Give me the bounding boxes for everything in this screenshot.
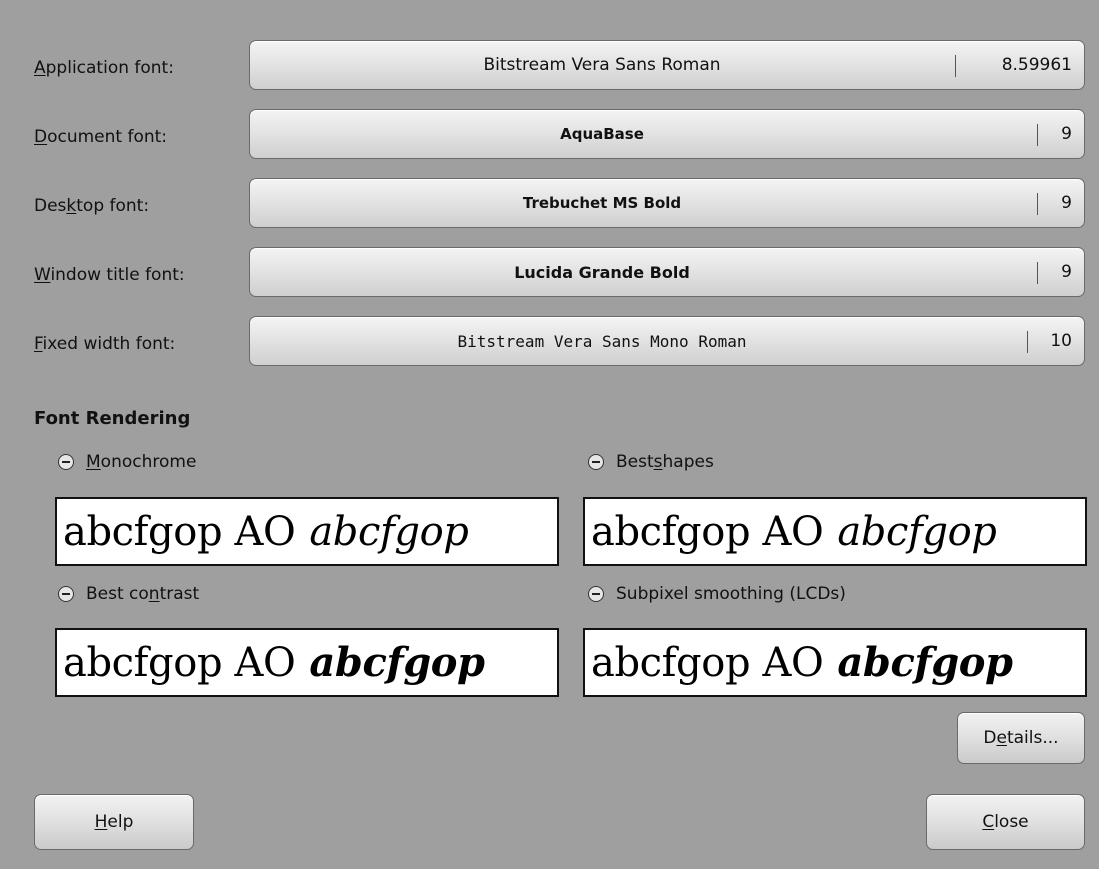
- desktop-font-label: Desktop font:: [34, 196, 150, 216]
- font-rendering-heading: Font Rendering: [34, 408, 191, 429]
- best-contrast-radio[interactable]: Best co n trast: [58, 584, 199, 604]
- size-separator: [955, 55, 956, 77]
- application-font-label: Application font:: [34, 58, 174, 78]
- fixed-width-font-label: Fixed width font:: [34, 334, 176, 354]
- window-title-font-label: Window title font:: [34, 265, 185, 285]
- close-button[interactable]: Close: [926, 794, 1085, 850]
- fixed-width-font-name: Bitstream Vera Sans Mono Roman: [457, 331, 747, 351]
- fixed-width-font-button[interactable]: Bitstream Vera Sans Mono Roman 10: [249, 316, 1085, 366]
- window-title-font-name: Lucida Grande Bold: [514, 262, 690, 282]
- fixed-width-font-size: 10: [1050, 331, 1072, 351]
- size-separator: [1027, 331, 1028, 353]
- document-font-label: Document font:: [34, 127, 168, 147]
- document-font-button[interactable]: AquaBase 9: [249, 109, 1085, 159]
- desktop-font-size: 9: [1061, 193, 1072, 213]
- document-font-name: AquaBase: [560, 125, 644, 143]
- application-font-size: 8.59961: [1001, 55, 1072, 75]
- best-shapes-radio[interactable]: Best s hapes: [588, 452, 714, 472]
- subpixel-smoothing-sample[interactable]: abcfgop AO abcfgop: [583, 628, 1087, 697]
- desktop-font-name: Trebuchet MS Bold: [522, 194, 682, 212]
- size-separator: [1037, 193, 1038, 215]
- size-separator: [1037, 124, 1038, 146]
- help-button[interactable]: Help: [34, 794, 194, 850]
- radio-indicator-icon: [588, 454, 604, 470]
- best-shapes-sample[interactable]: abcfgop AO abcfgop: [583, 497, 1087, 566]
- window-title-font-size: 9: [1061, 262, 1072, 282]
- details-button[interactable]: De tails...: [957, 712, 1085, 764]
- document-font-size: 9: [1061, 124, 1072, 144]
- application-font-name: Bitstream Vera Sans Roman: [483, 55, 721, 75]
- monochrome-radio[interactable]: Monochrome: [58, 452, 196, 472]
- best-contrast-sample[interactable]: abcfgop AO abcfgop: [55, 628, 559, 697]
- subpixel-smoothing-radio[interactable]: Subpixel smoothing (LCDs): [588, 584, 846, 604]
- radio-indicator-icon: [588, 586, 604, 602]
- application-font-button[interactable]: Bitstream Vera Sans Roman 8.59961: [249, 40, 1085, 90]
- monochrome-sample[interactable]: abcfgop AO abcfgop: [55, 497, 559, 566]
- window-title-font-button[interactable]: Lucida Grande Bold 9: [249, 247, 1085, 297]
- desktop-font-button[interactable]: Trebuchet MS Bold 9: [249, 178, 1085, 228]
- radio-indicator-icon: [58, 586, 74, 602]
- size-separator: [1037, 262, 1038, 284]
- radio-indicator-icon: [58, 454, 74, 470]
